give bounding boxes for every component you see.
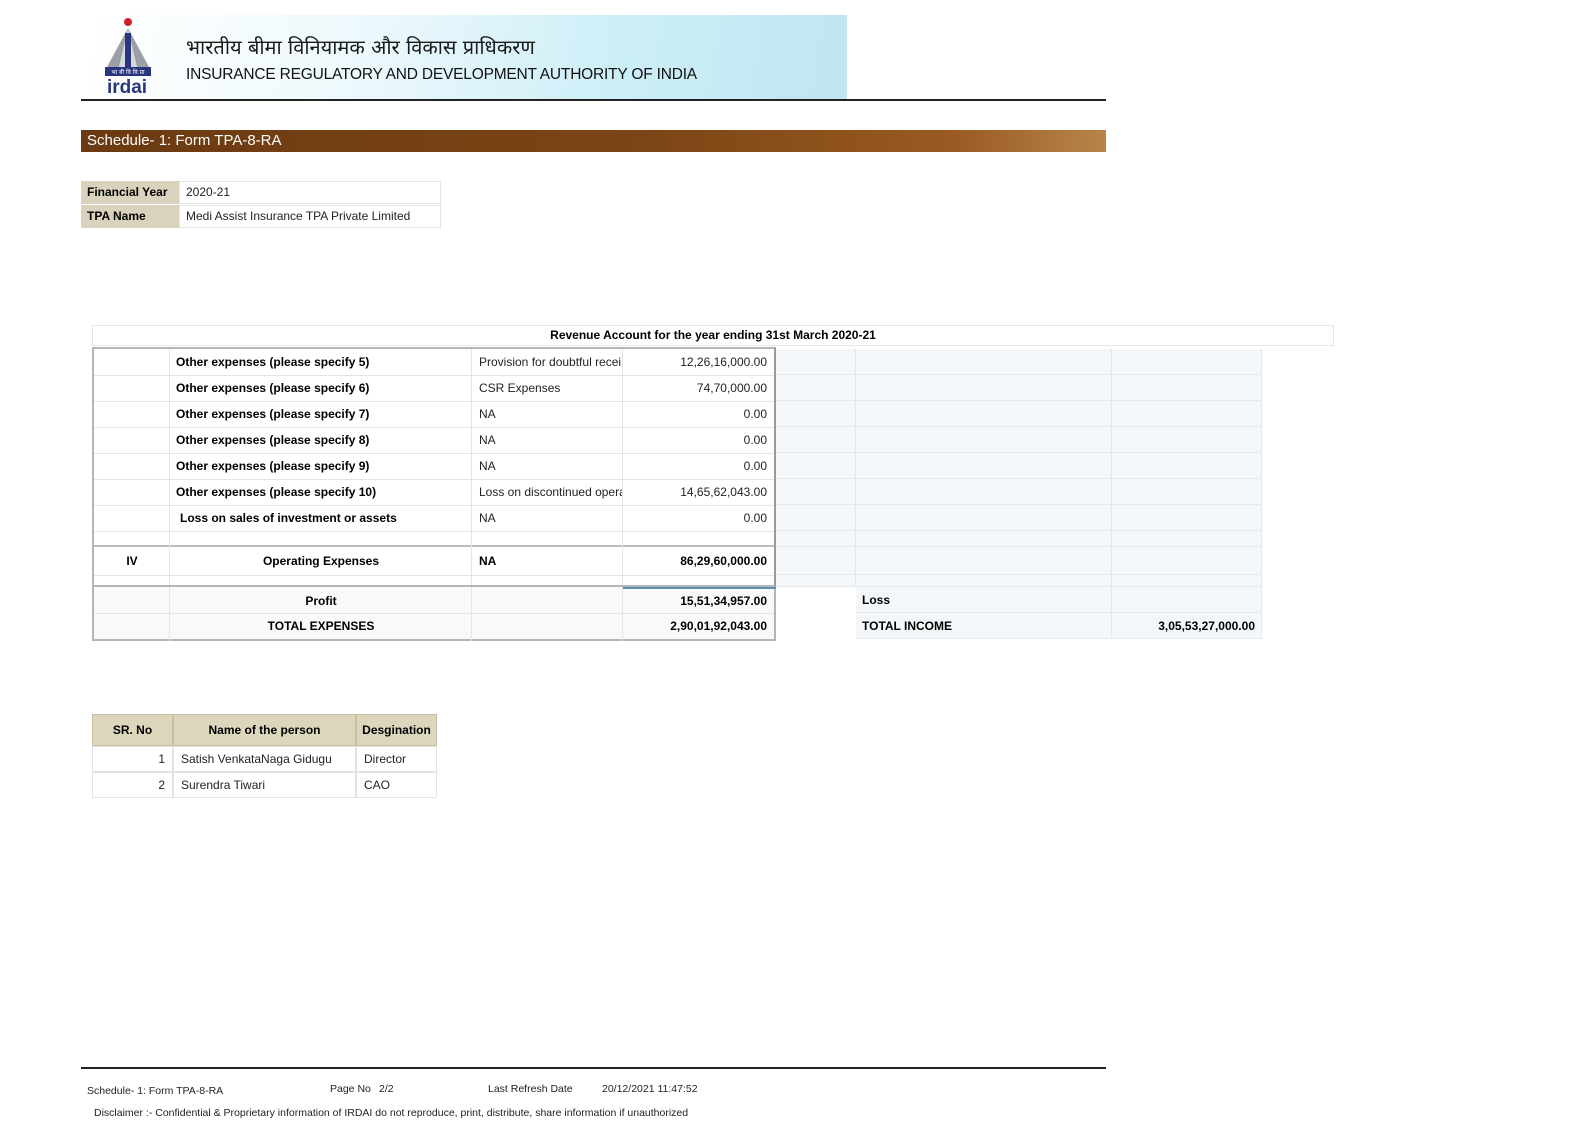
footer-refresh-value: 20/12/2021 11:47:52 xyxy=(602,1083,698,1095)
expense-sr xyxy=(94,375,170,401)
footer-disclaimer: Disclaimer :- Confidential & Proprietary… xyxy=(94,1107,689,1119)
persons-header-designation: Desgination xyxy=(356,714,437,746)
loss-amount xyxy=(1112,587,1262,613)
financial-year-value: 2020-21 xyxy=(179,181,441,204)
operating-amount: 86,29,60,000.00 xyxy=(680,554,767,568)
footer-page-label: Page No xyxy=(330,1083,371,1095)
svg-text:irdai: irdai xyxy=(107,77,147,97)
expense-amount: 74,70,000.00 xyxy=(696,381,767,395)
footer-page-value: 2/2 xyxy=(379,1083,394,1095)
revenue-account-title: Revenue Account for the year ending 31st… xyxy=(92,325,1334,346)
expense-label: Other expenses (please specify 9) xyxy=(176,459,370,473)
person-designation: CAO xyxy=(356,772,437,798)
irdai-logo: भा बी वि वि प्रा irdai xyxy=(99,15,159,98)
expense-amount: 0.00 xyxy=(743,433,767,447)
persons-header-name: Name of the person xyxy=(173,714,356,746)
loss-label: Loss xyxy=(862,593,891,607)
operating-label: Operating Expenses xyxy=(262,554,380,568)
expense-amount: 0.00 xyxy=(743,511,767,525)
expense-amount: 14,65,62,043.00 xyxy=(680,485,767,499)
footer-form: Schedule- 1: Form TPA-8-RA xyxy=(87,1085,224,1097)
expense-label: Other expenses (please specify 7) xyxy=(176,407,370,421)
profit-amount: 15,51,34,957.00 xyxy=(680,594,767,608)
total-income-amount: 3,05,53,27,000.00 xyxy=(1158,619,1255,633)
profit-label: Profit xyxy=(305,594,337,608)
header-title-english: INSURANCE REGULATORY AND DEVELOPMENT AUT… xyxy=(186,66,697,83)
person-name: Surendra Tiwari xyxy=(173,772,356,798)
expense-sr xyxy=(94,427,170,453)
expense-sr xyxy=(94,453,170,479)
operating-detail: NA xyxy=(479,554,497,568)
expense-detail: Provision for doubtful recei xyxy=(479,355,622,369)
expense-detail: NA xyxy=(479,459,496,473)
person-designation: Director xyxy=(356,746,437,772)
tpa-name-label: TPA Name xyxy=(81,205,179,228)
expense-sr xyxy=(94,505,170,531)
total-income-label: TOTAL INCOME xyxy=(862,619,952,633)
expense-amount: 0.00 xyxy=(743,407,767,421)
operating-sr: IV xyxy=(126,554,138,568)
expense-detail: CSR Expenses xyxy=(479,381,561,395)
financial-year-label: Financial Year xyxy=(81,181,179,204)
expense-detail: NA xyxy=(479,407,496,421)
expense-label: Other expenses (please specify 8) xyxy=(176,433,370,447)
total-expenses-amount: 2,90,01,92,043.00 xyxy=(670,619,767,633)
expense-sr xyxy=(94,401,170,427)
expense-sr xyxy=(94,479,170,505)
header-divider xyxy=(81,99,1106,101)
expense-amount: 12,26,16,000.00 xyxy=(680,355,767,369)
person-sr: 2 xyxy=(92,772,173,798)
footer-refresh-label: Last Refresh Date xyxy=(488,1083,573,1095)
expense-amount: 0.00 xyxy=(743,459,767,473)
expense-detail: NA xyxy=(479,433,496,447)
expense-label: Other expenses (please specify 6) xyxy=(176,381,370,395)
tpa-name-value: Medi Assist Insurance TPA Private Limite… xyxy=(179,205,441,228)
svg-text:भा बी वि वि प्रा: भा बी वि वि प्रा xyxy=(111,68,145,76)
person-sr: 1 xyxy=(92,746,173,772)
footer-divider xyxy=(81,1067,1106,1069)
expense-label: Loss on sales of investment or assets xyxy=(180,511,397,525)
expense-label: Other expenses (please specify 10) xyxy=(176,485,377,499)
expense-sr xyxy=(94,349,170,375)
expense-label: Other expenses (please specify 5) xyxy=(176,355,370,369)
person-name: Satish VenkataNaga Gidugu xyxy=(173,746,356,772)
schedule-title: Schedule- 1: Form TPA-8-RA xyxy=(81,130,1106,152)
total-expenses-label: TOTAL EXPENSES xyxy=(267,619,375,633)
expense-detail: Loss on discontinued opera xyxy=(479,485,622,499)
persons-header-sr: SR. No xyxy=(92,714,173,746)
expense-detail: NA xyxy=(479,511,496,525)
irdai-logo-icon: भा बी वि वि प्रा irdai xyxy=(105,18,151,98)
header-title-hindi: भारतीय बीमा विनियामक और विकास प्राधिकरण xyxy=(186,35,535,59)
